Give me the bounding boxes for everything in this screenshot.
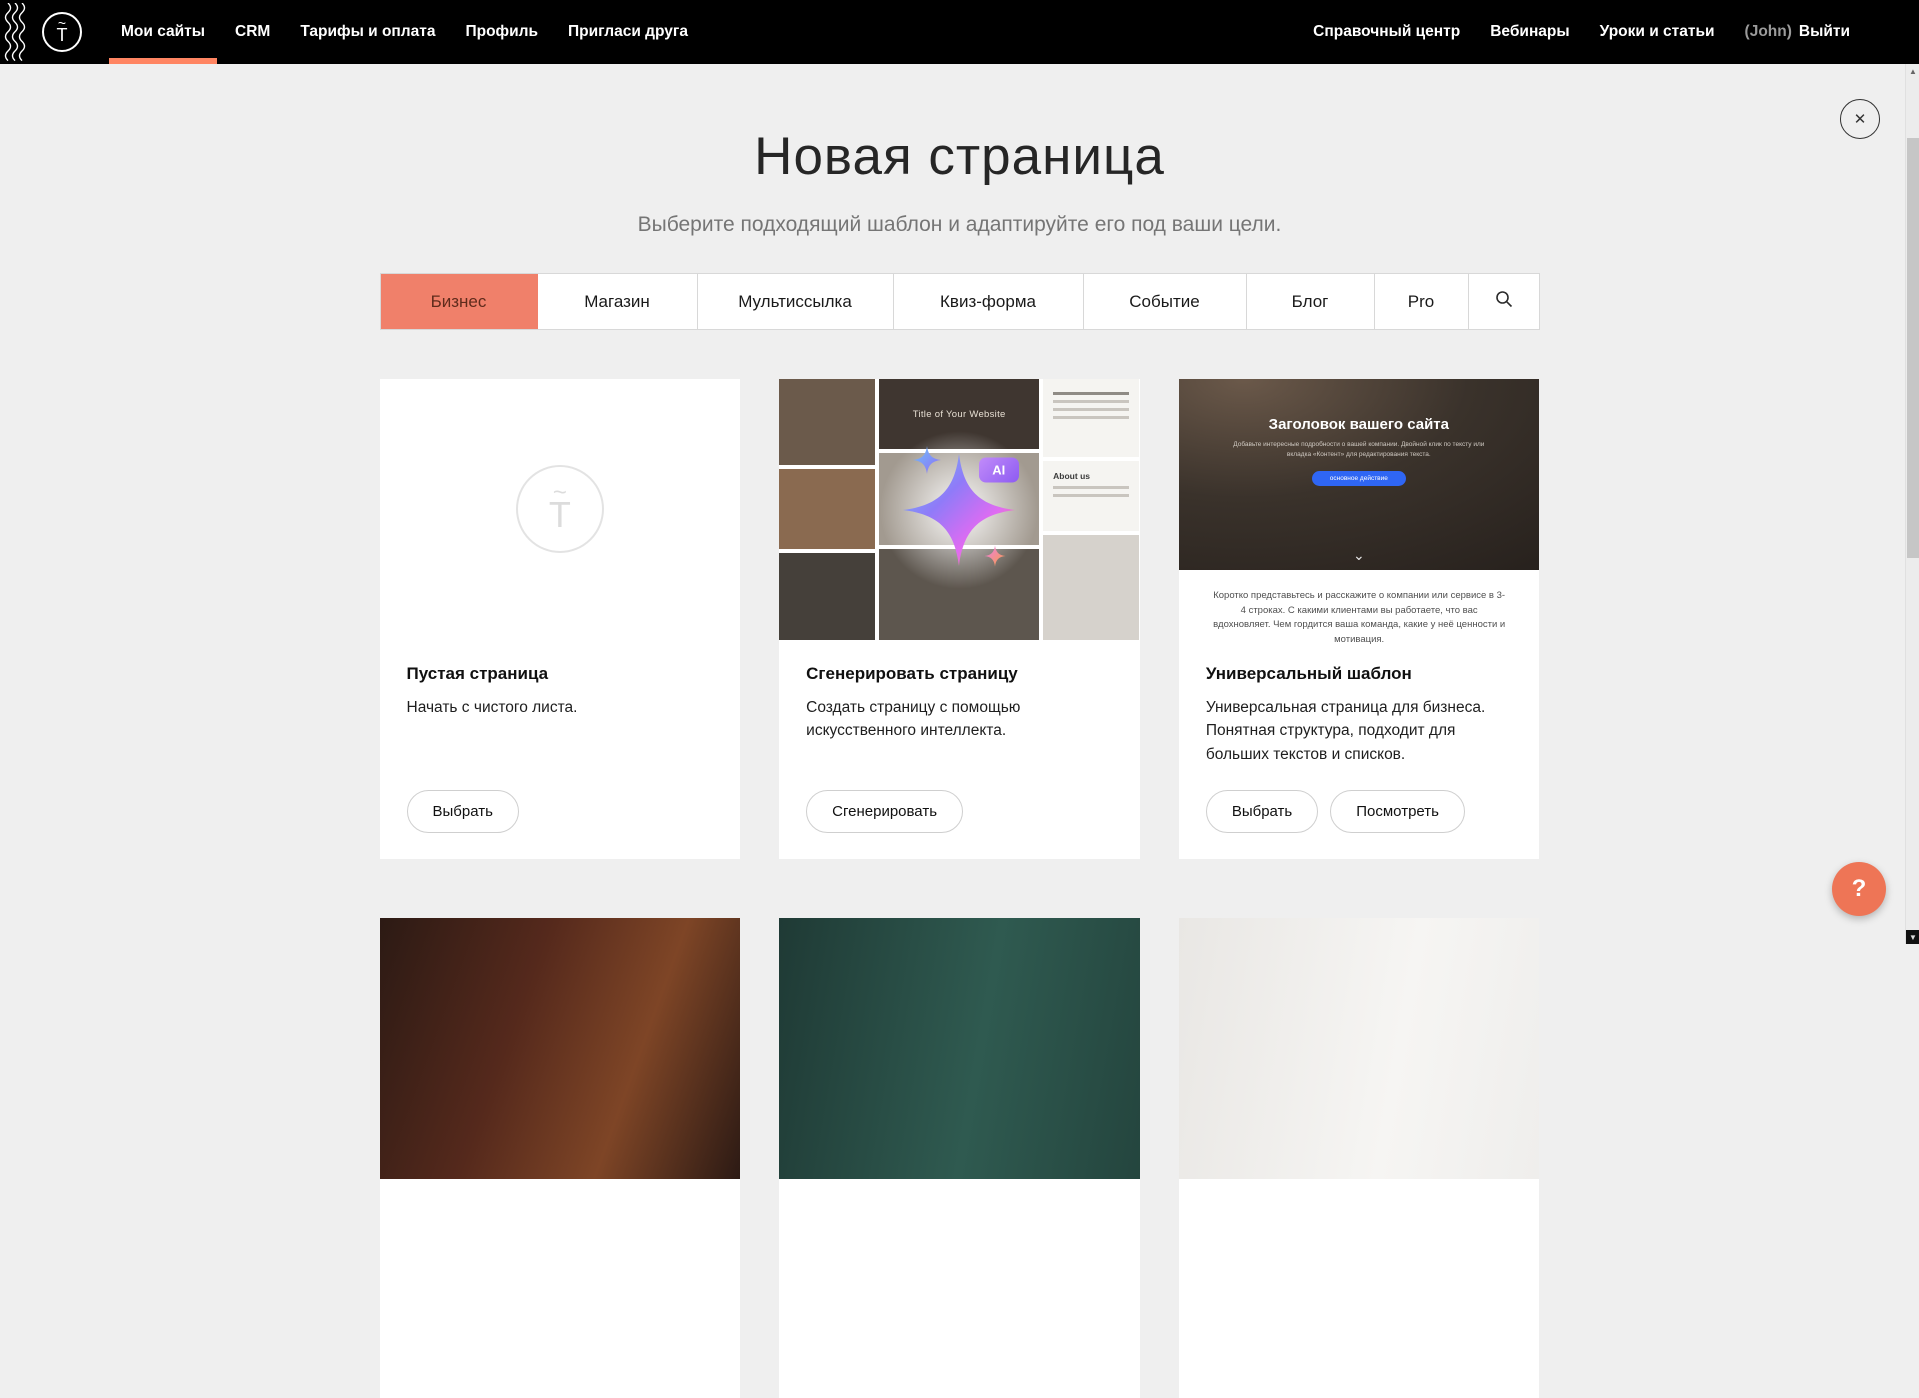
- collage-tile-text-placeholder: [1043, 379, 1139, 457]
- template-card-partial[interactable]: [1179, 918, 1540, 1398]
- preview-universal-button[interactable]: Посмотреть: [1330, 790, 1465, 833]
- template-preview-image: [779, 918, 1140, 1179]
- tilda-logo[interactable]: ~ T: [42, 12, 82, 52]
- scroll-down-arrow[interactable]: ▼: [1906, 930, 1919, 944]
- collage-tile: [779, 469, 875, 549]
- template-card-partial[interactable]: [779, 918, 1140, 1398]
- preview-cta-button: основное действие: [1312, 471, 1406, 486]
- tab-quiz-form[interactable]: Квиз-форма: [894, 274, 1084, 329]
- preview-excerpt-text: Коротко представьтесь и расскажите о ком…: [1211, 589, 1508, 648]
- scroll-up-arrow[interactable]: ▲: [1906, 64, 1919, 78]
- tab-pro[interactable]: Pro: [1375, 274, 1469, 329]
- generate-button[interactable]: Сгенерировать: [806, 790, 963, 833]
- logout-label: Выйти: [1799, 23, 1850, 41]
- close-button[interactable]: ✕: [1840, 99, 1880, 139]
- about-us-label: About us: [1053, 471, 1129, 481]
- nav-lessons[interactable]: Уроки и статьи: [1585, 0, 1730, 64]
- ai-collage-preview[interactable]: Title of Your Website About us: [779, 379, 1139, 640]
- nav-help-center[interactable]: Справочный центр: [1298, 0, 1475, 64]
- page-title: Новая страница: [0, 126, 1919, 187]
- card-description: Универсальная страница для бизнеса. Поня…: [1206, 696, 1513, 766]
- template-card-ai-generate: Title of Your Website About us: [779, 379, 1140, 859]
- card-title: Пустая страница: [407, 664, 714, 684]
- nav-profile[interactable]: Профиль: [450, 0, 553, 64]
- card-description: Создать страницу с помощью искусственног…: [806, 696, 1113, 743]
- scrollbar[interactable]: ▲ ▼: [1905, 64, 1919, 944]
- tilda-watermark-icon: ~ T: [516, 465, 604, 553]
- template-card-universal: Заголовок вашего сайта Добавьте интересн…: [1179, 379, 1540, 859]
- nav-crm[interactable]: CRM: [220, 0, 285, 64]
- collage-tile: [779, 379, 875, 465]
- secondary-nav: Справочный центр Вебинары Уроки и статьи…: [1298, 0, 1865, 64]
- select-blank-button[interactable]: Выбрать: [407, 790, 519, 833]
- template-grid: ~ T Пустая страница Начать с чистого лис…: [380, 379, 1540, 1398]
- help-button[interactable]: ?: [1832, 862, 1886, 916]
- ai-badge: AI: [979, 458, 1019, 483]
- tilda-logo-letter-icon: T: [57, 27, 68, 44]
- card-title: Универсальный шаблон: [1206, 664, 1513, 684]
- close-icon: ✕: [1854, 110, 1867, 128]
- user-name: (John): [1745, 23, 1792, 41]
- preview-subtext: Добавьте интересные подробности о вашей …: [1233, 440, 1485, 461]
- question-mark-icon: ?: [1852, 875, 1867, 903]
- tab-blog[interactable]: Блог: [1247, 274, 1375, 329]
- nav-invite-friend[interactable]: Пригласи друга: [553, 0, 703, 64]
- blank-page-preview[interactable]: ~ T: [380, 379, 741, 664]
- primary-nav: Мои сайты CRM Тарифы и оплата Профиль Пр…: [106, 0, 703, 64]
- nav-my-sites[interactable]: Мои сайты: [106, 0, 220, 64]
- collage-tile-about: About us: [1043, 461, 1139, 531]
- top-nav-bar: ~ T Мои сайты CRM Тарифы и оплата Профил…: [0, 0, 1919, 64]
- tab-business[interactable]: Бизнес: [381, 274, 538, 329]
- scroll-thumb[interactable]: [1907, 138, 1919, 558]
- template-card-blank-page: ~ T Пустая страница Начать с чистого лис…: [380, 379, 741, 859]
- template-preview-image: [380, 918, 741, 1179]
- zigzag-decoration-icon: [0, 0, 30, 64]
- card-title: Сгенерировать страницу: [806, 664, 1113, 684]
- card-description: Начать с чистого листа.: [407, 696, 714, 719]
- sparkle-small-pink-icon: [985, 546, 1006, 567]
- tab-event[interactable]: Событие: [1084, 274, 1247, 329]
- search-icon: [1494, 289, 1514, 314]
- tab-multilink[interactable]: Мультиссылка: [698, 274, 894, 329]
- preview-heading: Заголовок вашего сайта: [1269, 416, 1449, 433]
- nav-tariffs[interactable]: Тарифы и оплата: [285, 0, 450, 64]
- tab-store[interactable]: Магазин: [538, 274, 698, 329]
- page-subtitle: Выберите подходящий шаблон и адаптируйте…: [0, 213, 1919, 237]
- select-universal-button[interactable]: Выбрать: [1206, 790, 1318, 833]
- universal-template-preview[interactable]: Заголовок вашего сайта Добавьте интересн…: [1179, 379, 1539, 570]
- collage-site-title: Title of Your Website: [913, 409, 1006, 420]
- watermark-letter: T: [549, 499, 571, 531]
- collage-tile: [779, 553, 875, 640]
- nav-logout[interactable]: (John) Выйти: [1730, 0, 1865, 64]
- template-card-partial[interactable]: [380, 918, 741, 1398]
- template-preview-image: [1179, 918, 1540, 1179]
- collage-tile: [1043, 535, 1139, 640]
- template-category-tabs: Бизнес Магазин Мультиссылка Квиз-форма С…: [380, 273, 1540, 330]
- chevron-down-icon: ⌄: [1353, 547, 1365, 564]
- tab-search[interactable]: [1469, 274, 1539, 329]
- nav-webinars[interactable]: Вебинары: [1475, 0, 1584, 64]
